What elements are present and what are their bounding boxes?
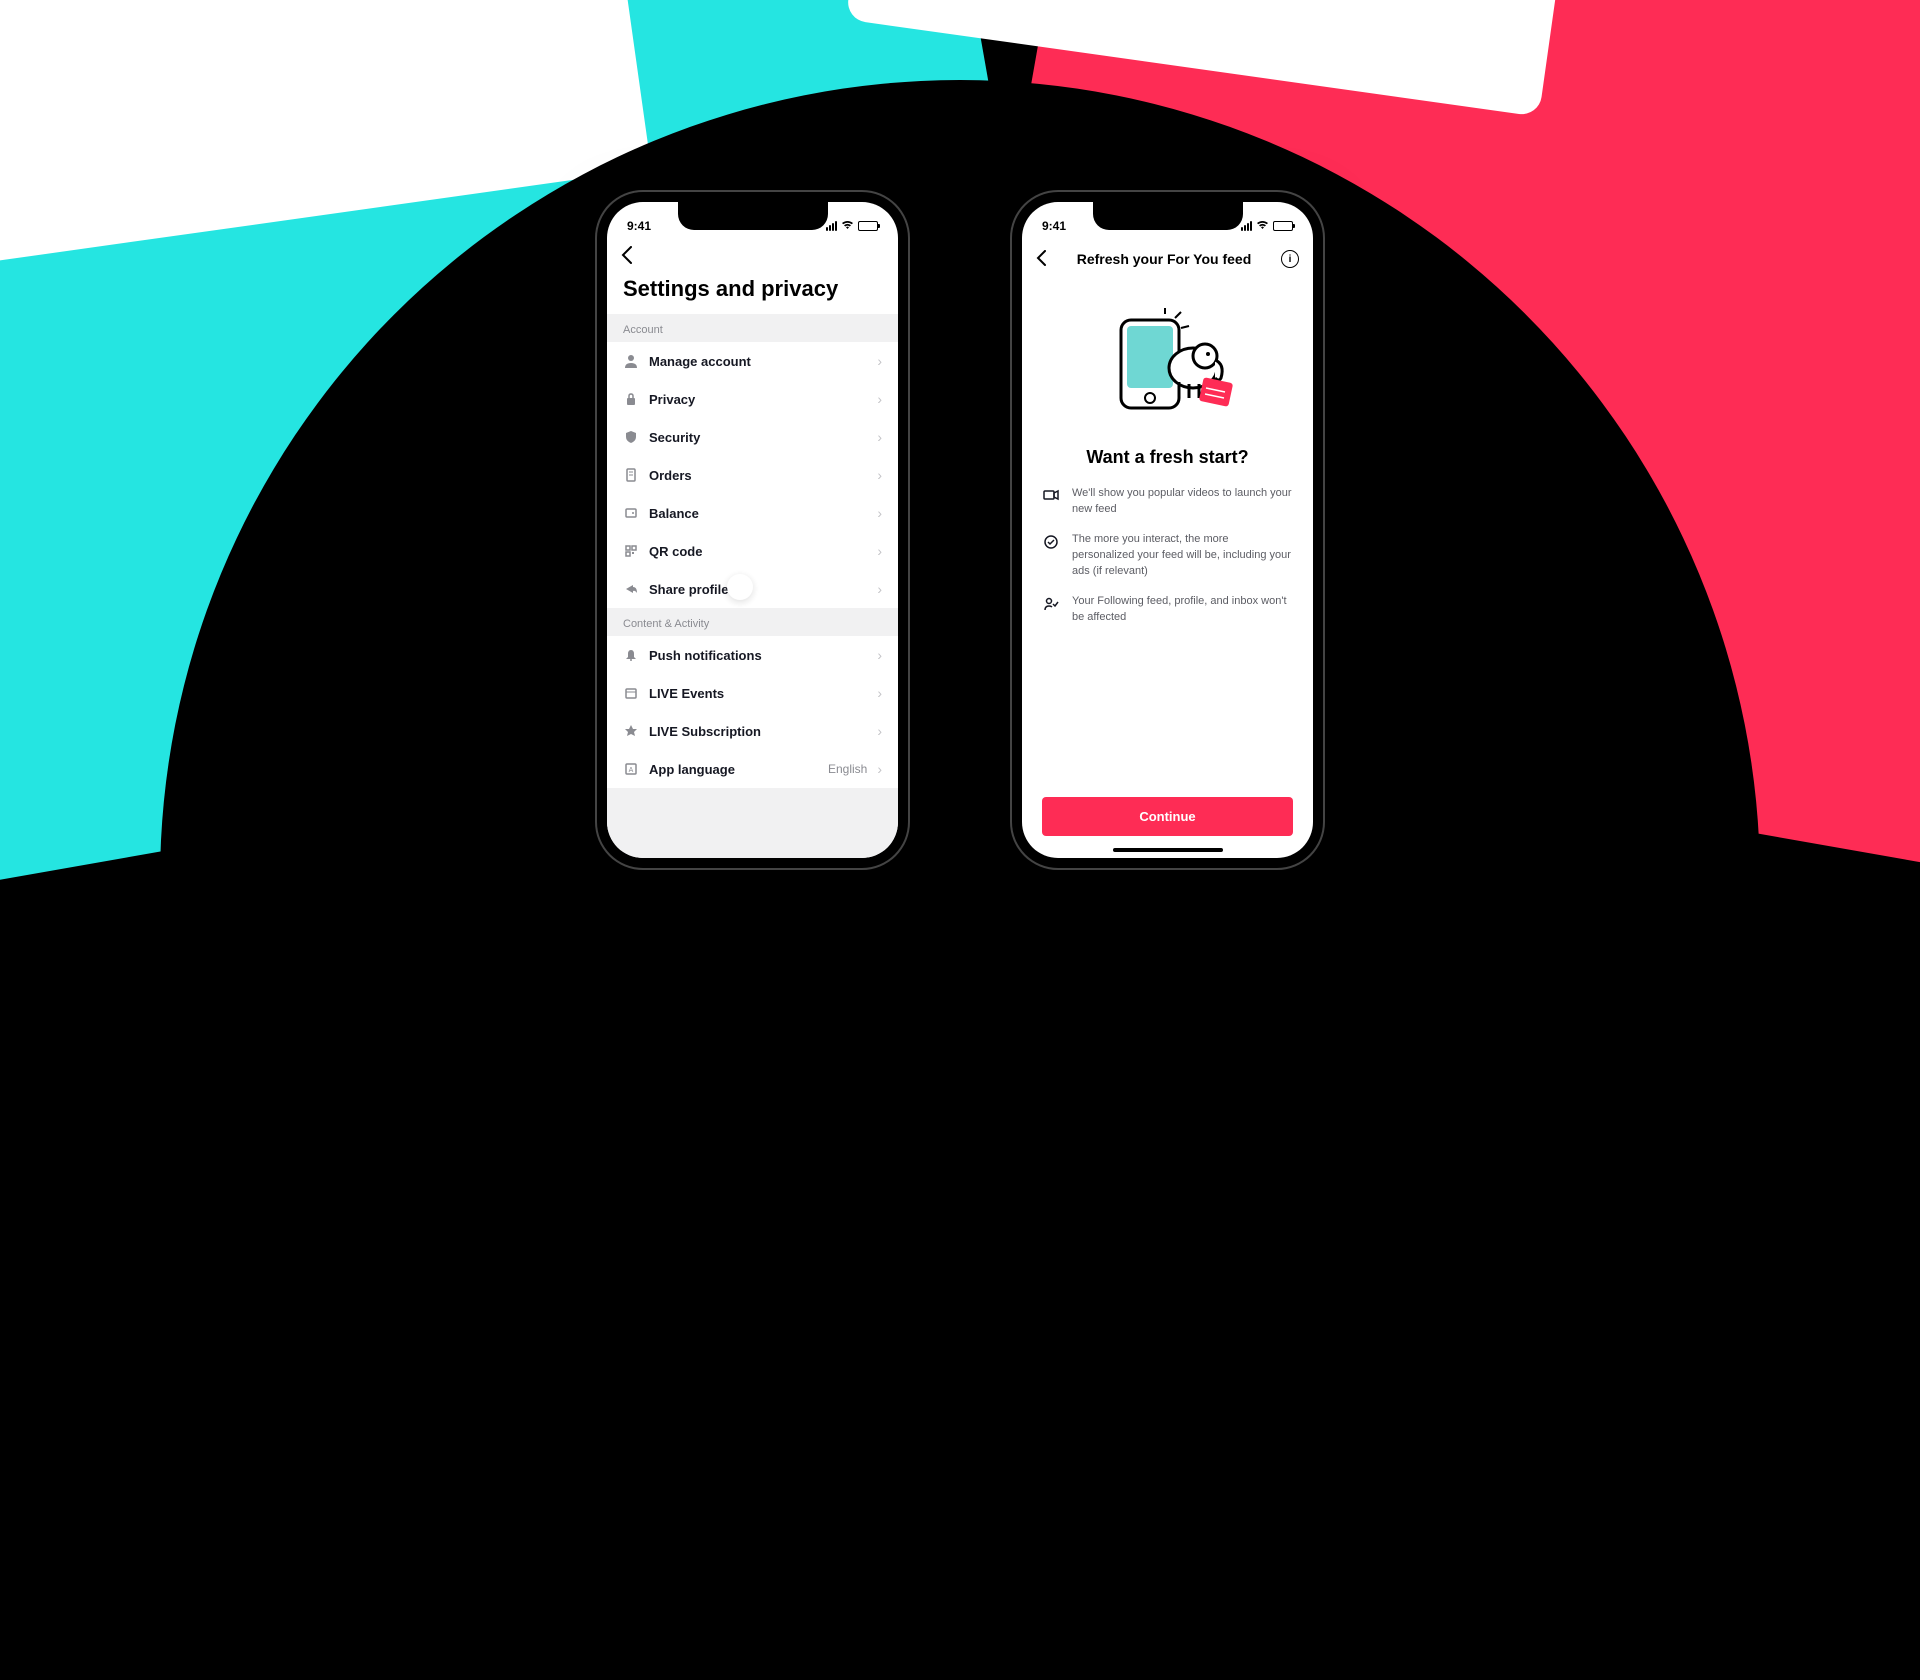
benefit-text: Your Following feed, profile, and inbox … xyxy=(1072,594,1293,626)
page-title: Settings and privacy xyxy=(607,274,898,314)
item-label: Privacy xyxy=(649,392,867,407)
screen-title: Refresh your For You feed xyxy=(1077,251,1252,267)
qr-icon xyxy=(623,543,639,559)
item-balance[interactable]: Balance › xyxy=(607,494,898,532)
item-label: LIVE Subscription xyxy=(649,724,867,739)
phone-settings: 9:41 Settings and privacy Account xyxy=(595,190,910,870)
item-share-profile[interactable]: Share profile › xyxy=(607,570,898,608)
item-label: Manage account xyxy=(649,354,867,369)
chevron-right-icon: › xyxy=(877,685,882,701)
chevron-right-icon: › xyxy=(877,647,882,663)
section-header-account: Account xyxy=(607,314,898,342)
phone-refresh: 9:41 Refresh your For You feed i xyxy=(1010,190,1325,870)
item-label: LIVE Events xyxy=(649,686,867,701)
item-label: Share profile xyxy=(649,582,867,597)
item-label: Push notifications xyxy=(649,648,867,663)
person-icon xyxy=(623,353,639,369)
continue-button[interactable]: Continue xyxy=(1042,797,1293,836)
item-label: Security xyxy=(649,430,867,445)
signal-icon xyxy=(1241,221,1252,231)
chevron-right-icon: › xyxy=(877,761,882,777)
benefit-text: The more you interact, the more personal… xyxy=(1072,532,1293,580)
item-trail: English xyxy=(828,762,867,776)
language-icon: A xyxy=(623,761,639,777)
wifi-icon xyxy=(1256,220,1269,233)
settings-body: Account Manage account › Privacy › Se xyxy=(607,314,898,858)
wifi-icon xyxy=(841,220,854,233)
chevron-right-icon: › xyxy=(877,505,882,521)
share-icon xyxy=(623,581,639,597)
item-privacy[interactable]: Privacy › xyxy=(607,380,898,418)
user-check-icon xyxy=(1042,594,1060,626)
phone-notch xyxy=(678,202,828,230)
home-indicator xyxy=(1113,848,1223,852)
shield-icon xyxy=(623,429,639,445)
chevron-right-icon: › xyxy=(877,723,882,739)
item-app-language[interactable]: A App language English › xyxy=(607,750,898,788)
chevron-right-icon: › xyxy=(877,543,882,559)
signal-icon xyxy=(826,221,837,231)
refresh-heading: Want a fresh start? xyxy=(1042,447,1293,468)
benefit-row: Your Following feed, profile, and inbox … xyxy=(1042,594,1293,626)
fresh-start-illustration xyxy=(1093,308,1243,423)
battery-icon xyxy=(1273,221,1293,231)
benefit-row: The more you interact, the more personal… xyxy=(1042,532,1293,580)
chevron-right-icon: › xyxy=(877,581,882,597)
status-time: 9:41 xyxy=(627,219,651,233)
item-label: QR code xyxy=(649,544,867,559)
heart-check-icon xyxy=(1042,532,1060,580)
svg-text:A: A xyxy=(629,767,634,774)
item-live-subscription[interactable]: LIVE Subscription › xyxy=(607,712,898,750)
benefit-row: We'll show you popular videos to launch … xyxy=(1042,486,1293,518)
item-push-notifications[interactable]: Push notifications › xyxy=(607,636,898,674)
chevron-right-icon: › xyxy=(877,429,882,445)
item-qr-code[interactable]: QR code › xyxy=(607,532,898,570)
chevron-right-icon: › xyxy=(877,467,882,483)
item-manage-account[interactable]: Manage account › xyxy=(607,342,898,380)
tap-indicator xyxy=(727,574,753,600)
item-security[interactable]: Security › xyxy=(607,418,898,456)
item-label: Balance xyxy=(649,506,867,521)
item-live-events[interactable]: LIVE Events › xyxy=(607,674,898,712)
benefit-text: We'll show you popular videos to launch … xyxy=(1072,486,1293,518)
item-orders[interactable]: Orders › xyxy=(607,456,898,494)
battery-icon xyxy=(858,221,878,231)
item-label: App language xyxy=(649,762,818,777)
star-icon xyxy=(623,723,639,739)
lock-icon xyxy=(623,391,639,407)
back-button[interactable] xyxy=(1036,246,1047,272)
status-time: 9:41 xyxy=(1042,219,1066,233)
back-button[interactable] xyxy=(621,244,633,270)
phone-notch xyxy=(1093,202,1243,230)
chevron-right-icon: › xyxy=(877,353,882,369)
video-icon xyxy=(1042,486,1060,518)
bell-icon xyxy=(623,647,639,663)
info-icon[interactable]: i xyxy=(1281,250,1299,268)
section-header-content: Content & Activity xyxy=(607,608,898,636)
calendar-icon xyxy=(623,685,639,701)
chevron-right-icon: › xyxy=(877,391,882,407)
item-label: Orders xyxy=(649,468,867,483)
wallet-icon xyxy=(623,505,639,521)
receipt-icon xyxy=(623,467,639,483)
